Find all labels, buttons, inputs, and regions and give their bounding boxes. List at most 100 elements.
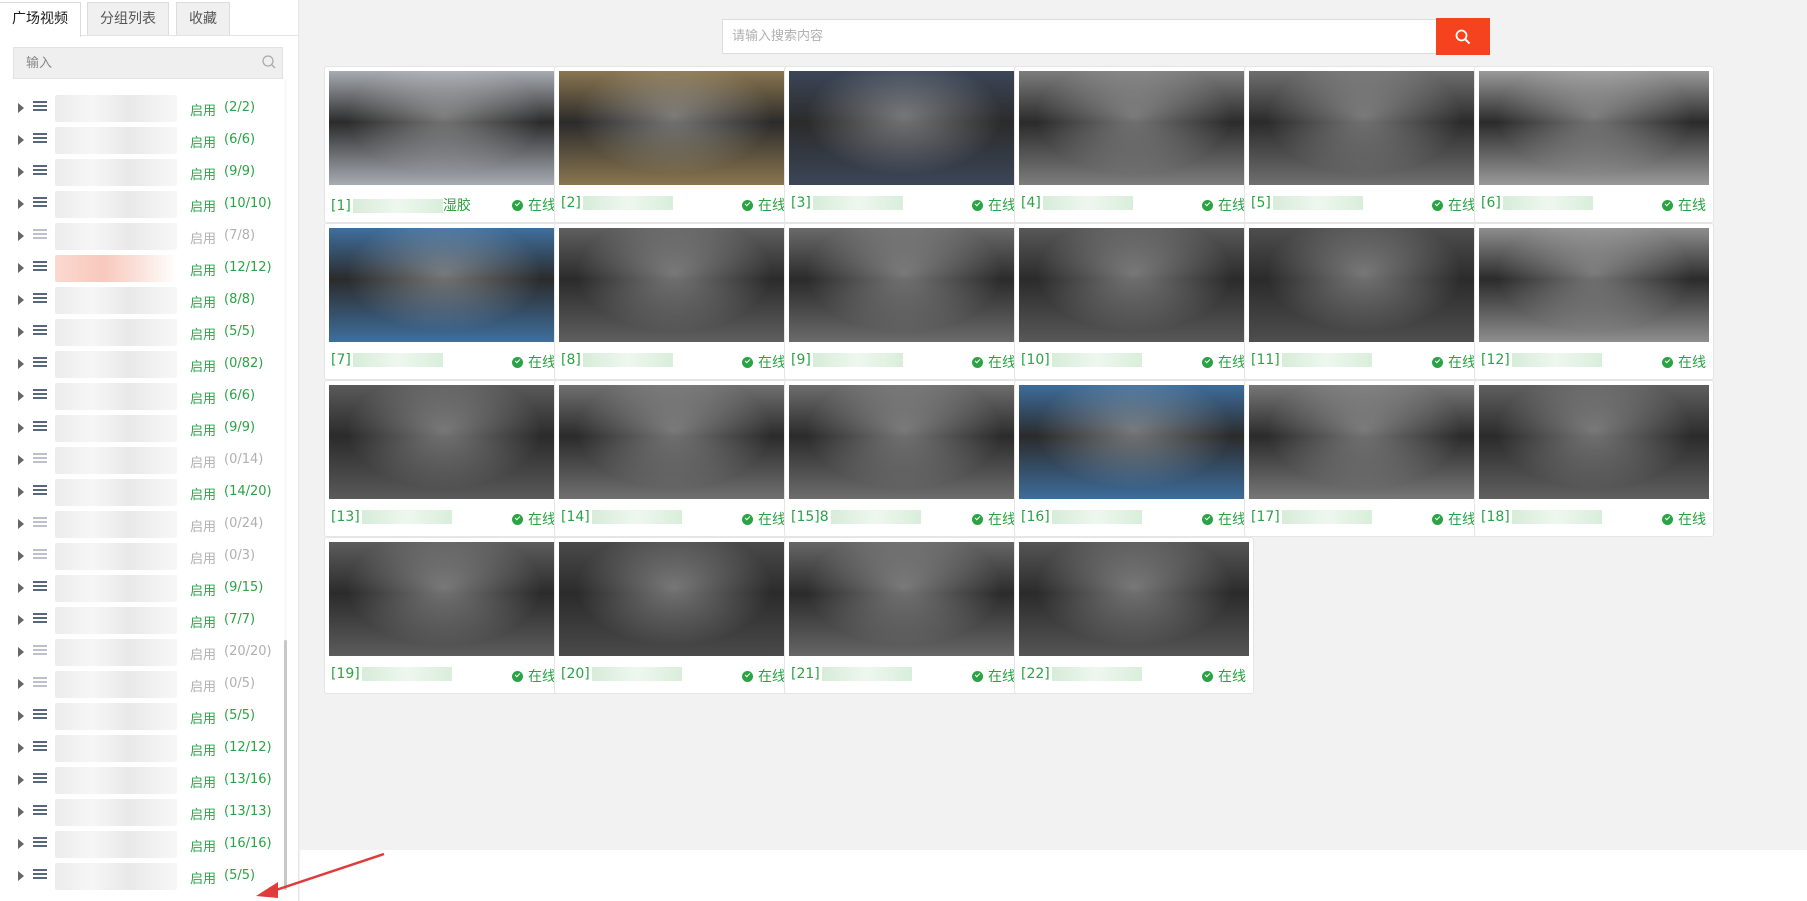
tree-row[interactable]: 启用 (10/10)	[0, 188, 299, 220]
camera-card[interactable]: [1] 湿胶 在线	[324, 66, 564, 223]
search-icon[interactable]	[261, 54, 277, 70]
camera-card[interactable]: [6] 在线	[1474, 66, 1714, 223]
expand-caret-icon[interactable]	[18, 583, 24, 593]
camera-card[interactable]: [12] 在线	[1474, 223, 1714, 380]
camera-card[interactable]: [13] 在线	[324, 380, 564, 537]
camera-card[interactable]: [9] 在线	[784, 223, 1024, 380]
camera-thumbnail[interactable]	[559, 228, 789, 342]
tree-row[interactable]: 启用 (5/5)	[0, 700, 299, 732]
camera-card[interactable]: [15]8 在线	[784, 380, 1024, 537]
tree-row[interactable]: 启用 (7/8)	[0, 220, 299, 252]
camera-thumbnail[interactable]	[789, 542, 1019, 656]
camera-card[interactable]: [8] 在线	[554, 223, 794, 380]
camera-thumbnail[interactable]	[1249, 228, 1479, 342]
camera-card[interactable]: [4] 在线	[1014, 66, 1254, 223]
camera-thumbnail[interactable]	[1019, 228, 1249, 342]
tree-row[interactable]: 启用 (0/24)	[0, 508, 299, 540]
expand-caret-icon[interactable]	[18, 199, 24, 209]
main-search-input[interactable]	[723, 20, 1403, 53]
tree-row[interactable]: 启用 (8/8)	[0, 284, 299, 316]
tree-row[interactable]: 启用 (6/6)	[0, 380, 299, 412]
camera-thumbnail[interactable]	[789, 228, 1019, 342]
expand-caret-icon[interactable]	[18, 231, 24, 241]
expand-caret-icon[interactable]	[18, 871, 24, 881]
camera-card[interactable]: [10] 在线	[1014, 223, 1254, 380]
tree-row[interactable]: 启用 (6/6)	[0, 124, 299, 156]
camera-thumbnail[interactable]	[1479, 71, 1709, 185]
tree-row[interactable]: 启用 (2/2)	[0, 92, 299, 124]
tree-row[interactable]: 启用 (9/15)	[0, 572, 299, 604]
camera-card[interactable]: [18] 在线	[1474, 380, 1714, 537]
expand-caret-icon[interactable]	[18, 519, 24, 529]
tree-row[interactable]: 启用 (0/82)	[0, 348, 299, 380]
expand-caret-icon[interactable]	[18, 295, 24, 305]
tree-row[interactable]: 启用 (9/9)	[0, 156, 299, 188]
camera-card[interactable]: [7] 在线	[324, 223, 564, 380]
camera-thumbnail[interactable]	[1019, 542, 1249, 656]
tab-square-videos[interactable]: 广场视频	[0, 2, 81, 37]
search-button[interactable]	[1436, 18, 1490, 55]
camera-thumbnail[interactable]	[329, 228, 559, 342]
camera-card[interactable]: [16] 在线	[1014, 380, 1254, 537]
camera-thumbnail[interactable]	[789, 385, 1019, 499]
tree-row[interactable]: 启用 (7/7)	[0, 604, 299, 636]
expand-caret-icon[interactable]	[18, 743, 24, 753]
camera-card[interactable]: [5] 在线	[1244, 66, 1484, 223]
expand-caret-icon[interactable]	[18, 135, 24, 145]
online-status: 在线	[972, 352, 1016, 372]
expand-caret-icon[interactable]	[18, 487, 24, 497]
camera-thumbnail[interactable]	[1019, 385, 1249, 499]
camera-card[interactable]: [3] 在线	[784, 66, 1024, 223]
expand-caret-icon[interactable]	[18, 711, 24, 721]
camera-card[interactable]: [19] 在线	[324, 537, 564, 694]
expand-caret-icon[interactable]	[18, 647, 24, 657]
camera-thumbnail[interactable]	[559, 71, 789, 185]
tree-row[interactable]: 启用 (12/12)	[0, 732, 299, 764]
expand-caret-icon[interactable]	[18, 359, 24, 369]
camera-thumbnail[interactable]	[329, 71, 559, 185]
tree-row[interactable]: 启用 (0/5)	[0, 668, 299, 700]
tree-row[interactable]: 启用 (13/13)	[0, 796, 299, 828]
camera-thumbnail[interactable]	[559, 385, 789, 499]
tree-row[interactable]: 启用 (5/5)	[0, 316, 299, 348]
tree-row[interactable]: 启用 (9/9)	[0, 412, 299, 444]
expand-caret-icon[interactable]	[18, 455, 24, 465]
expand-caret-icon[interactable]	[18, 263, 24, 273]
camera-thumbnail[interactable]	[329, 385, 559, 499]
camera-card[interactable]: [21] 在线	[784, 537, 1024, 694]
camera-card[interactable]: [17] 在线	[1244, 380, 1484, 537]
tree-row[interactable]: 启用 (0/14)	[0, 444, 299, 476]
camera-thumbnail[interactable]	[1019, 71, 1249, 185]
expand-caret-icon[interactable]	[18, 327, 24, 337]
expand-caret-icon[interactable]	[18, 551, 24, 561]
tree-row[interactable]: 启用 (0/3)	[0, 540, 299, 572]
camera-card[interactable]: [14] 在线	[554, 380, 794, 537]
expand-caret-icon[interactable]	[18, 679, 24, 689]
expand-caret-icon[interactable]	[18, 167, 24, 177]
tree-row[interactable]: 启用 (20/20)	[0, 636, 299, 668]
tree-row[interactable]: 启用 (13/16)	[0, 764, 299, 796]
camera-thumbnail[interactable]	[1479, 385, 1709, 499]
camera-card[interactable]: [2] 在线	[554, 66, 794, 223]
expand-caret-icon[interactable]	[18, 807, 24, 817]
camera-card[interactable]: [11] 在线	[1244, 223, 1484, 380]
camera-thumbnail[interactable]	[1249, 385, 1479, 499]
sidebar-search-input[interactable]	[14, 48, 244, 78]
camera-thumbnail[interactable]	[1479, 228, 1709, 342]
expand-caret-icon[interactable]	[18, 775, 24, 785]
expand-caret-icon[interactable]	[18, 839, 24, 849]
tree-row[interactable]: 启用 (14/20)	[0, 476, 299, 508]
tab-group-list[interactable]: 分组列表	[87, 2, 169, 35]
camera-thumbnail[interactable]	[559, 542, 789, 656]
camera-thumbnail[interactable]	[789, 71, 1019, 185]
expand-caret-icon[interactable]	[18, 615, 24, 625]
camera-thumbnail[interactable]	[329, 542, 559, 656]
tab-favorites[interactable]: 收藏	[176, 2, 230, 35]
camera-card[interactable]: [22] 在线	[1014, 537, 1254, 694]
expand-caret-icon[interactable]	[18, 423, 24, 433]
tree-row[interactable]: 启用 (12/12)	[0, 252, 299, 284]
camera-card[interactable]: [20] 在线	[554, 537, 794, 694]
expand-caret-icon[interactable]	[18, 103, 24, 113]
expand-caret-icon[interactable]	[18, 391, 24, 401]
camera-thumbnail[interactable]	[1249, 71, 1479, 185]
